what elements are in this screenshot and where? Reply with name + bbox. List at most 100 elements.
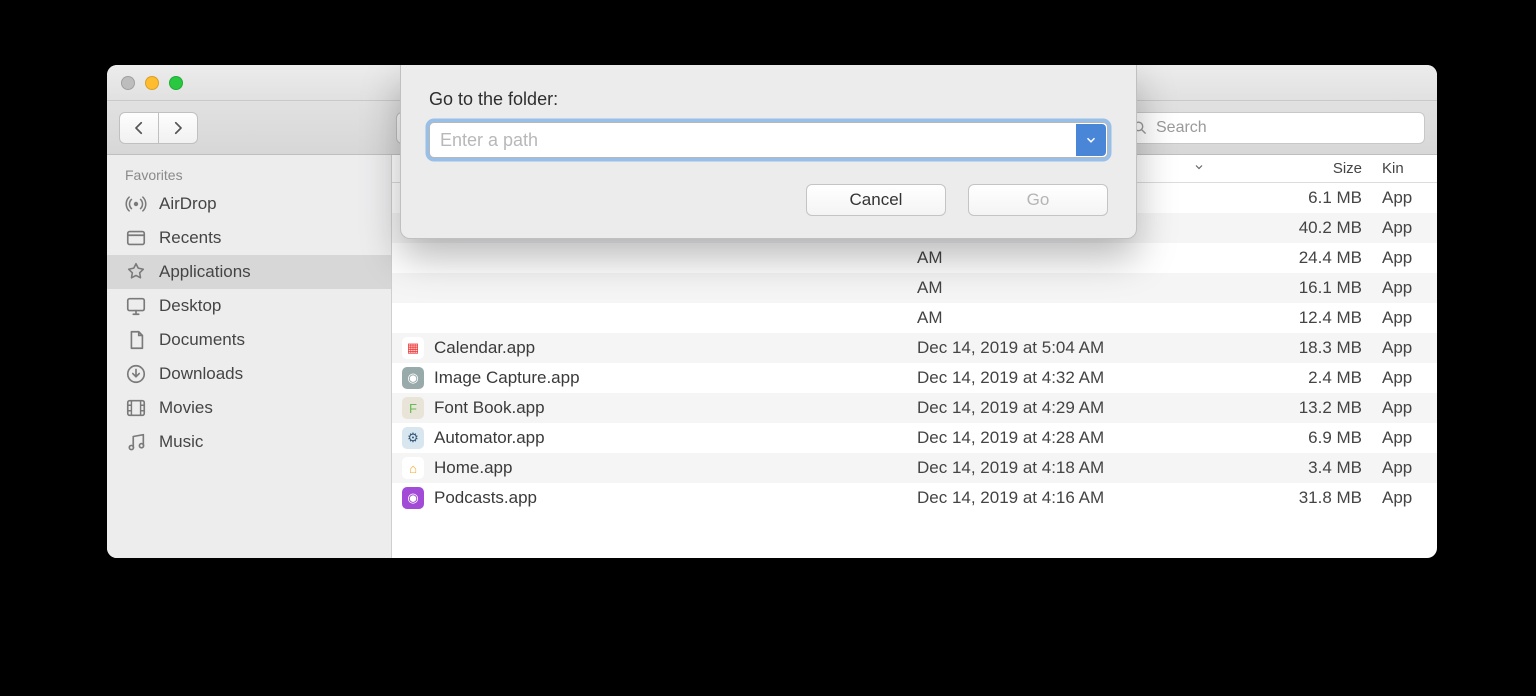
cell-size: 13.2 MB (1217, 398, 1382, 418)
cell-name: FFont Book.app (402, 397, 917, 419)
cell-size: 6.1 MB (1217, 188, 1382, 208)
cell-date: Dec 14, 2019 at 5:04 AM (917, 338, 1217, 358)
file-name: Automator.app (434, 428, 545, 448)
file-name: Podcasts.app (434, 488, 537, 508)
cell-size: 12.4 MB (1217, 308, 1382, 328)
search-field[interactable]: Search (1120, 112, 1425, 144)
column-size[interactable]: Size (1217, 160, 1382, 177)
app-icon: ⌂ (402, 457, 424, 479)
sidebar-item-label: Applications (159, 262, 251, 282)
sidebar-item-label: Downloads (159, 364, 243, 384)
table-row[interactable]: AM24.4 MBApp (392, 243, 1437, 273)
sidebar-item-desktop[interactable]: Desktop (107, 289, 391, 323)
sidebar-item-downloads[interactable]: Downloads (107, 357, 391, 391)
cell-size: 40.2 MB (1217, 218, 1382, 238)
cell-name: ◉ Image Capture.app (402, 367, 917, 389)
file-name: Calendar.app (434, 338, 535, 358)
go-button[interactable]: Go (968, 184, 1108, 216)
cell-kind: App (1382, 248, 1437, 268)
sidebar-item-label: Movies (159, 398, 213, 418)
cell-size: 6.9 MB (1217, 428, 1382, 448)
music-icon (125, 431, 147, 453)
finder-window: Applications (107, 65, 1437, 558)
minimize-button[interactable] (145, 76, 159, 90)
sidebar-header-favorites: Favorites (107, 161, 391, 187)
cell-size: 3.4 MB (1217, 458, 1382, 478)
sidebar-item-movies[interactable]: Movies (107, 391, 391, 425)
app-icon: ◉ (402, 367, 424, 389)
sidebar-item-music[interactable]: Music (107, 425, 391, 459)
zoom-button[interactable] (169, 76, 183, 90)
cell-kind: App (1382, 278, 1437, 298)
go-to-folder-sheet: Go to the folder: Cancel Go (400, 65, 1137, 239)
cell-kind: App (1382, 368, 1437, 388)
sheet-title: Go to the folder: (429, 89, 1108, 110)
cell-kind: App (1382, 338, 1437, 358)
sidebar-item-airdrop[interactable]: AirDrop (107, 187, 391, 221)
nav-buttons (119, 112, 198, 144)
table-row[interactable]: AM16.1 MBApp (392, 273, 1437, 303)
path-input[interactable] (429, 122, 1108, 158)
app-icon: ◉ (402, 487, 424, 509)
search-placeholder: Search (1156, 119, 1207, 137)
cell-name: ▦ Calendar.app (402, 337, 917, 359)
recents-icon (125, 227, 147, 249)
movies-icon (125, 397, 147, 419)
table-row[interactable]: ⚙Automator.appDec 14, 2019 at 4:28 AM6.9… (392, 423, 1437, 453)
cell-size: 18.3 MB (1217, 338, 1382, 358)
sidebar-item-documents[interactable]: Documents (107, 323, 391, 357)
cell-size: 16.1 MB (1217, 278, 1382, 298)
table-row[interactable]: ◉ Image Capture.app Dec 14, 2019 at 4:32 A… (392, 363, 1437, 393)
back-button[interactable] (119, 112, 159, 144)
sheet-buttons: Cancel Go (429, 184, 1108, 216)
cell-kind: App (1382, 218, 1437, 238)
airdrop-icon (125, 193, 147, 215)
table-row[interactable]: ◉ Podcasts.app Dec 14, 2019 at 4:16 AM31.8… (392, 483, 1437, 513)
sidebar-item-label: AirDrop (159, 194, 217, 214)
app-icon: F (402, 397, 424, 419)
cell-name: ⚙Automator.app (402, 427, 917, 449)
forward-button[interactable] (158, 112, 198, 144)
cell-date: AM (917, 308, 1217, 328)
file-name: Home.app (434, 458, 512, 478)
chevron-right-icon (169, 119, 187, 137)
chevron-left-icon (130, 119, 148, 137)
cell-date: AM (917, 278, 1217, 298)
cell-kind: App (1382, 308, 1437, 328)
cell-name: ⌂ Home.app (402, 457, 917, 479)
cell-kind: App (1382, 398, 1437, 418)
cell-size: 2.4 MB (1217, 368, 1382, 388)
table-row[interactable]: ▦ Calendar.app Dec 14, 2019 at 5:04 AM18.3… (392, 333, 1437, 363)
cell-name: ◉ Podcasts.app (402, 487, 917, 509)
table-row[interactable]: ⌂ Home.app Dec 14, 2019 at 4:18 AM3.4 MBAp… (392, 453, 1437, 483)
chevron-down-icon (1084, 133, 1098, 147)
table-row[interactable]: FFont Book.appDec 14, 2019 at 4:29 AM13.… (392, 393, 1437, 423)
sidebar-item-applications[interactable]: Applications (107, 255, 391, 289)
cell-date: Dec 14, 2019 at 4:16 AM (917, 488, 1217, 508)
cell-date: AM (917, 248, 1217, 268)
cell-date: Dec 14, 2019 at 4:18 AM (917, 458, 1217, 478)
downloads-icon (125, 363, 147, 385)
column-kind[interactable]: Kin (1382, 160, 1437, 177)
applications-icon (125, 261, 147, 283)
cell-date: Dec 14, 2019 at 4:28 AM (917, 428, 1217, 448)
sidebar-item-label: Desktop (159, 296, 221, 316)
cell-kind: App (1382, 458, 1437, 478)
path-history-dropdown[interactable] (1076, 124, 1106, 156)
cancel-button[interactable]: Cancel (806, 184, 946, 216)
sidebar-item-label: Documents (159, 330, 245, 350)
desktop-icon (125, 295, 147, 317)
file-name: Image Capture.app (434, 368, 580, 388)
cell-kind: App (1382, 428, 1437, 448)
sidebar-item-recents[interactable]: Recents (107, 221, 391, 255)
table-row[interactable]: AM12.4 MBApp (392, 303, 1437, 333)
close-button[interactable] (121, 76, 135, 90)
cell-date: Dec 14, 2019 at 4:32 AM (917, 368, 1217, 388)
cell-size: 31.8 MB (1217, 488, 1382, 508)
sidebar-item-label: Recents (159, 228, 221, 248)
documents-icon (125, 329, 147, 351)
app-icon: ▦ (402, 337, 424, 359)
sidebar-item-label: Music (159, 432, 203, 452)
rows-container: AM6.1 MBAppAM40.2 MBAppAM24.4 MBAppAM16.… (392, 183, 1437, 558)
cell-kind: App (1382, 188, 1437, 208)
